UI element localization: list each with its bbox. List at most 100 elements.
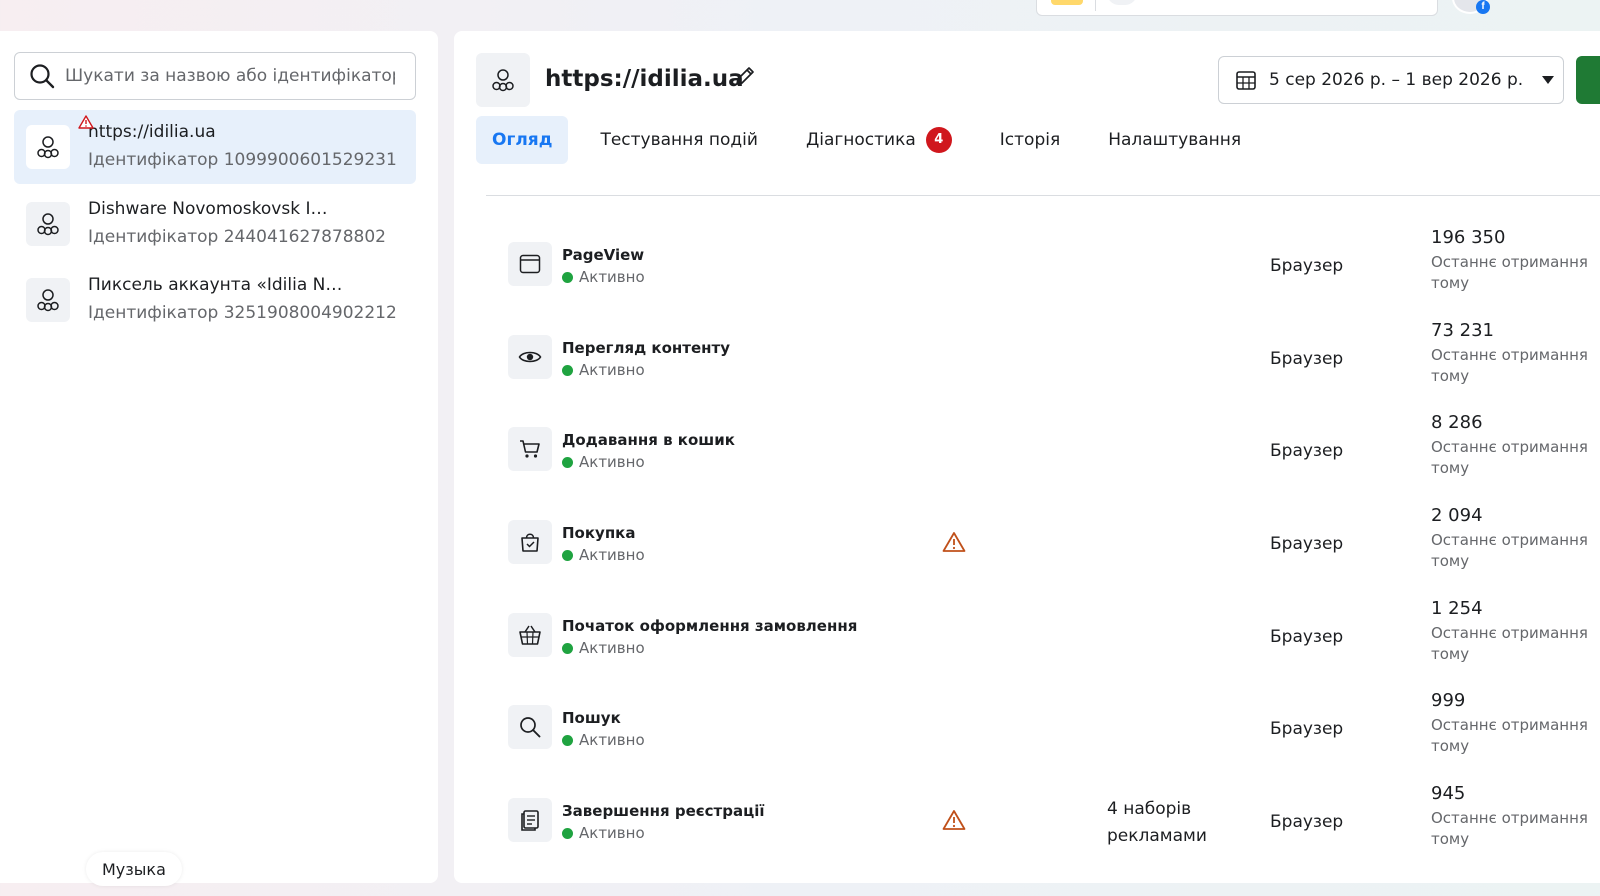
account-icon [1107,0,1137,5]
ad-sets-link[interactable]: 4 наборів рекламами [1107,796,1227,850]
event-row[interactable]: Пошук Активно Браузер 999 Останнє отрима… [454,683,1600,775]
event-status: Активно [562,544,645,566]
event-source: Браузер [1270,256,1344,276]
event-row[interactable]: Завершення реєстрації Активно 4 наборів … [454,776,1600,868]
pencil-icon[interactable] [734,65,756,87]
last-received-ago: тому [1431,367,1470,385]
browser-window-icon [508,242,552,286]
warning-icon[interactable] [942,531,966,553]
pixel-list-item[interactable]: https://idilia.ua Ідентифікатор 10999006… [14,110,416,184]
last-received-ago: тому [1431,645,1470,663]
last-received: Останнє отримання тому [1431,623,1591,665]
tab-label: Діагностика [805,130,916,150]
last-received-ago: тому [1431,274,1470,292]
event-name: PageView [562,246,645,264]
cart-icon [508,427,552,471]
pixel-icon [476,53,530,107]
status-label: Активно [579,639,645,657]
last-received-label: Останнє отримання [1431,438,1588,456]
pixel-name: Dishware Novomoskovsk I… [88,199,328,219]
last-received-label: Останнє отримання [1431,716,1588,734]
event-row[interactable]: Перегляд контенту Активно Браузер 73 231… [454,313,1600,405]
divider [1095,0,1096,11]
pixel-icon [26,278,70,322]
warning-icon[interactable] [942,809,966,831]
event-count: 8 286 [1431,412,1483,433]
primary-action-button[interactable] [1576,56,1600,104]
pixel-icon [26,115,94,169]
last-received-label: Останнє отримання [1431,253,1588,271]
warning-icon [78,115,94,129]
pixel-list-item[interactable]: Пиксель аккаунта «Idilia N… Ідентифікато… [14,263,416,337]
top-bar: f [0,0,1600,30]
last-received-label: Останнє отримання [1431,346,1588,364]
event-count: 73 231 [1431,320,1494,341]
event-count: 1 254 [1431,598,1483,619]
last-received: Останнє отримання тому [1431,530,1591,572]
calendar-icon [1236,71,1256,90]
event-source: Браузер [1270,719,1344,739]
tab-label: Огляд [492,130,553,150]
event-count: 945 [1431,783,1466,804]
event-name: Перегляд контенту [562,339,730,357]
last-received-ago: тому [1431,737,1470,755]
page-title: https://idilia.ua [545,66,744,92]
tab-settings[interactable]: Налаштування [1092,116,1257,164]
last-received: Останнє отримання тому [1431,437,1591,479]
pixel-search-input[interactable] [65,66,395,86]
tab-test-events[interactable]: Тестування подій [584,116,774,164]
date-range-picker[interactable]: 5 сер 2026 р. – 1 вер 2026 р. [1218,56,1564,104]
chevron-down-icon [1542,76,1555,84]
registration-icon [508,798,552,842]
top-search-bar[interactable] [1036,0,1438,16]
search-icon [508,705,552,749]
business-chip[interactable] [1051,0,1083,5]
pixel-details-panel: https://idilia.ua 5 сер 2026 р. – 1 вер … [454,31,1600,883]
shopping-bag-icon [508,520,552,564]
event-name: Завершення реєстрації [562,802,765,820]
search-icon [30,64,55,89]
pixel-list-panel: https://idilia.ua Ідентифікатор 10999006… [0,31,438,883]
pixel-list-item[interactable]: Dishware Novomoskovsk I… Ідентифікатор 2… [14,187,416,261]
status-label: Активно [579,546,645,564]
event-status: Активно [562,822,645,844]
event-name: Початок оформлення замовлення [562,617,858,635]
event-source: Браузер [1270,441,1344,461]
event-row[interactable]: Додавання в кошик Активно Браузер 8 286 … [454,405,1600,497]
music-chip[interactable]: Музыка [86,852,182,886]
last-received-ago: тому [1431,552,1470,570]
pixel-search-box[interactable] [14,52,416,100]
event-row[interactable]: Початок оформлення замовлення Активно Бр… [454,591,1600,683]
tab-history[interactable]: Історія [984,116,1076,164]
tab-overview[interactable]: Огляд [476,116,569,164]
event-count: 196 350 [1431,227,1506,248]
eye-icon [508,335,552,379]
last-received-label: Останнє отримання [1431,531,1588,549]
pixel-id: Ідентифікатор 3251908004902212 [88,303,397,323]
event-status: Активно [562,729,645,751]
event-source: Браузер [1270,812,1344,832]
status-dot [562,456,573,468]
avatar[interactable]: f [1452,0,1490,14]
last-received-ago: тому [1431,459,1470,477]
event-status: Активно [562,451,645,473]
event-row[interactable]: Покупка Активно Браузер 2 094 Останнє от… [454,498,1600,590]
pixel-id: Ідентифікатор 244041627878802 [88,227,386,247]
divider [486,195,1600,196]
event-source: Браузер [1270,627,1344,647]
last-received-label: Останнє отримання [1431,809,1588,827]
pixel-icon [26,202,70,246]
event-row[interactable]: PageView Активно Браузер 196 350 Останнє… [454,220,1600,312]
event-count: 999 [1431,690,1466,711]
last-received: Останнє отримання тому [1431,345,1591,387]
status-dot [562,271,573,283]
event-name: Покупка [562,524,636,542]
tab-diagnostics[interactable]: Діагностика 4 [790,116,968,164]
tab-label: Тестування подій [600,130,758,150]
status-dot [562,364,573,376]
last-received: Останнє отримання тому [1431,715,1591,757]
event-source: Браузер [1270,534,1344,554]
pixel-name: Пиксель аккаунта «Idilia N… [88,275,343,295]
status-dot [562,642,573,654]
status-label: Активно [579,361,645,379]
